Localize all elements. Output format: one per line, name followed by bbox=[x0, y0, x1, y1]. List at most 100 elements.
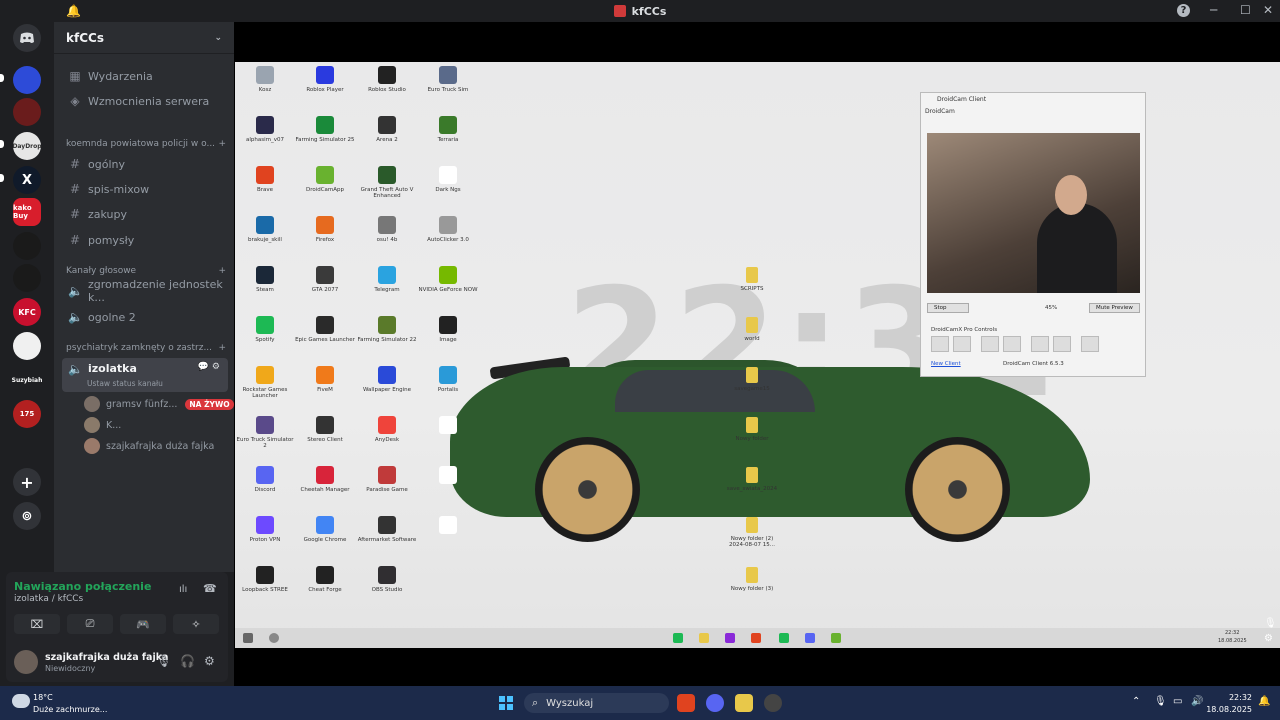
volume-icon[interactable]: 🔊 bbox=[1191, 696, 1203, 707]
network-icon[interactable]: ▭ bbox=[1173, 696, 1182, 707]
desktop-icon[interactable] bbox=[418, 516, 478, 537]
desktop-icon[interactable]: Rockstar Games Launcher bbox=[235, 366, 295, 399]
folder-item[interactable]: Nowy folder bbox=[722, 417, 782, 442]
mute-preview-button[interactable]: Mute Preview bbox=[1089, 303, 1140, 313]
inbox-bell-icon[interactable]: 🔔 bbox=[66, 4, 81, 18]
voice-channel[interactable]: 🔈 zgromadzenie jednostek k... bbox=[62, 278, 228, 304]
folder-item[interactable]: save_swiata_2024 bbox=[722, 467, 782, 492]
channel-zakupy[interactable]: # zakupy bbox=[62, 203, 228, 225]
desktop-icon[interactable]: Google Chrome bbox=[295, 516, 355, 543]
desktop-icon[interactable]: GTA 2077 bbox=[295, 266, 355, 293]
desktop-icon[interactable]: Image bbox=[418, 316, 478, 343]
folder-item[interactable]: world bbox=[722, 317, 782, 342]
activity-button[interactable]: 🎮 bbox=[120, 614, 166, 634]
connection-status[interactable]: Nawiązano połączenie bbox=[14, 580, 151, 593]
desktop-icon[interactable]: Roblox Studio bbox=[357, 66, 417, 93]
desktop-icon[interactable]: DroidCamApp bbox=[295, 166, 355, 193]
desktop-icon[interactable]: Brave bbox=[235, 166, 295, 193]
avatar[interactable] bbox=[14, 650, 38, 674]
steam-icon[interactable] bbox=[764, 694, 782, 712]
weather-desc[interactable]: Duże zachmurze... bbox=[33, 705, 107, 714]
help-icon[interactable]: ? bbox=[1177, 4, 1190, 17]
zoom-out-icon[interactable] bbox=[931, 336, 949, 352]
desktop-icon[interactable]: Dark Ngs bbox=[418, 166, 478, 193]
server-icon[interactable]: 175 bbox=[13, 400, 41, 428]
category-header[interactable]: psychiatryk zamknęty o zastrz... + bbox=[66, 343, 226, 353]
desktop-icon[interactable]: Steam bbox=[235, 266, 295, 293]
focus-icon[interactable] bbox=[1003, 336, 1021, 352]
server-icon[interactable]: KFC bbox=[13, 298, 41, 326]
desktop-icon[interactable]: Terraria bbox=[418, 116, 478, 143]
add-channel-icon[interactable]: + bbox=[218, 343, 226, 353]
explore-icon[interactable]: ⊚ bbox=[13, 502, 41, 530]
desktop-icon[interactable]: brakuje_skill bbox=[235, 216, 295, 243]
voice-user[interactable]: szajkafrajka duża fajka bbox=[84, 437, 214, 455]
stream-mic-icon[interactable]: 🎙 bbox=[1264, 618, 1277, 629]
desktop-icon[interactable]: Proton VPN bbox=[235, 516, 295, 543]
channel-pomysly[interactable]: # pomysły bbox=[62, 229, 228, 251]
desktop-icon[interactable]: AutoClicker 3.0 bbox=[418, 216, 478, 243]
brightness-icon[interactable] bbox=[981, 336, 999, 352]
desktop-icon[interactable]: Euro Truck Simulator 2 bbox=[235, 416, 295, 449]
boosts-item[interactable]: ◈ Wzmocnienia serwera bbox=[62, 90, 228, 112]
server-icon[interactable] bbox=[13, 232, 41, 260]
username[interactable]: szajkafrajka duża fajka bbox=[45, 652, 168, 663]
folder-item[interactable]: savegame15 bbox=[722, 367, 782, 392]
chevron-up-icon[interactable]: ⌃ bbox=[1132, 696, 1140, 707]
desktop-icon[interactable]: Paradise Game bbox=[357, 466, 417, 493]
zoom-in-icon[interactable] bbox=[953, 336, 971, 352]
disconnect-icon[interactable]: ☎ bbox=[203, 582, 217, 595]
stream-settings-icon[interactable]: ⚙ bbox=[1264, 633, 1273, 644]
desktop-icon[interactable]: Loopback STREE bbox=[235, 566, 295, 593]
search-box[interactable]: ⌕ Wyszukaj bbox=[524, 693, 669, 713]
desktop-icon[interactable]: Arena 2 bbox=[357, 116, 417, 143]
category-header[interactable]: Kanały głosowe + bbox=[66, 266, 226, 276]
server-icon[interactable]: kako Buy bbox=[13, 198, 41, 226]
voice-user[interactable]: K... bbox=[84, 416, 121, 434]
taskbar-date[interactable]: 18.08.2025 bbox=[1204, 705, 1252, 714]
desktop-icon[interactable]: OBS Studio bbox=[357, 566, 417, 593]
start-icon[interactable] bbox=[499, 696, 513, 710]
droidcam-menu[interactable]: DroidCam bbox=[921, 107, 1145, 116]
desktop-icon[interactable]: Aftermarket Software bbox=[357, 516, 417, 543]
gear-icon[interactable]: ⚙ bbox=[204, 654, 215, 668]
brave-icon[interactable] bbox=[677, 694, 695, 712]
direct-messages-icon[interactable] bbox=[13, 24, 41, 52]
stop-button[interactable]: Stop bbox=[927, 303, 969, 313]
channel-ogolny[interactable]: # ogólny bbox=[62, 153, 228, 175]
screenshot-icon[interactable] bbox=[1081, 336, 1099, 352]
notification-bell-icon[interactable]: 🔔 bbox=[1258, 696, 1270, 707]
desktop-icon[interactable]: Wallpaper Engine bbox=[357, 366, 417, 393]
maximize-button[interactable]: ☐ bbox=[1240, 3, 1251, 17]
stream-video[interactable]: 22:32 Kosz Roblox Player Roblox Studio Euro… bbox=[235, 62, 1280, 648]
server-icon[interactable]: DayDrop bbox=[12, 132, 42, 160]
noise-suppression-icon[interactable]: ılı bbox=[179, 584, 187, 595]
folder-item[interactable]: Nowy folder (3) bbox=[722, 567, 782, 592]
close-button[interactable]: ✕ bbox=[1263, 3, 1273, 17]
desktop-icon[interactable]: Stereo Client bbox=[295, 416, 355, 443]
new-client-link[interactable]: New Client bbox=[931, 361, 961, 367]
desktop-icon[interactable]: Kosz bbox=[235, 66, 295, 93]
server-icon[interactable] bbox=[13, 66, 41, 94]
soundboard-button[interactable]: ✧ bbox=[173, 614, 219, 634]
desktop-icon[interactable]: Cheetah Manager bbox=[295, 466, 355, 493]
server-icon[interactable]: Suzybiah bbox=[12, 366, 43, 394]
server-icon[interactable] bbox=[13, 98, 41, 126]
channel-status[interactable]: Ustaw status kanału bbox=[87, 379, 163, 388]
add-channel-icon[interactable]: + bbox=[218, 266, 226, 276]
add-channel-icon[interactable]: + bbox=[218, 139, 226, 149]
events-item[interactable]: ▦ Wydarzenia bbox=[62, 65, 228, 87]
desktop-icon[interactable]: Firefox bbox=[295, 216, 355, 243]
camera-button[interactable]: ⌧ bbox=[14, 614, 60, 634]
channel-spis-mixow[interactable]: # spis-mixow bbox=[62, 178, 228, 200]
desktop-icon[interactable]: Farming Simulator 22 bbox=[357, 316, 417, 343]
desktop-icon[interactable]: alphasim_v07 bbox=[235, 116, 295, 143]
desktop-icon[interactable]: Discord bbox=[235, 466, 295, 493]
desktop-icon[interactable] bbox=[418, 466, 478, 487]
desktop-icon[interactable]: osu! 4b bbox=[357, 216, 417, 243]
desktop-icon[interactable]: FiveM bbox=[295, 366, 355, 393]
weather-temp[interactable]: 18°C bbox=[33, 693, 53, 702]
voice-user[interactable]: gramsv fünfz... NA ŻYWO bbox=[84, 395, 234, 413]
desktop-icon[interactable]: Grand Theft Auto V Enhanced bbox=[357, 166, 417, 199]
screen-share-button[interactable]: ⎚ bbox=[67, 614, 113, 634]
